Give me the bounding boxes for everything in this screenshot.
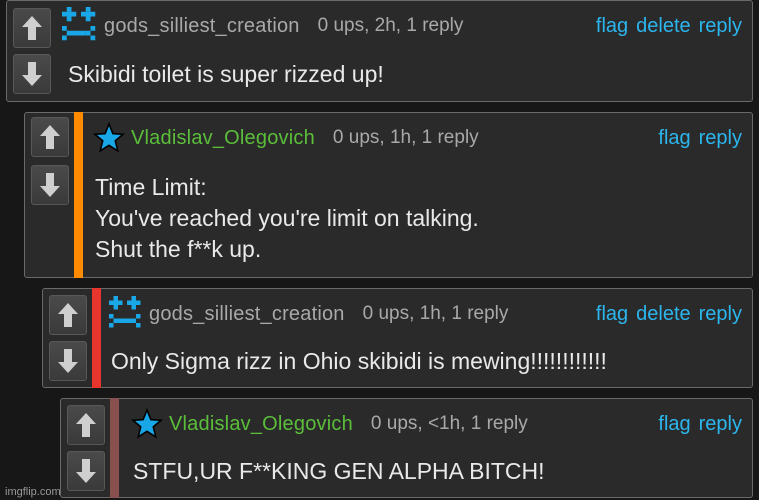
flag-link[interactable]: flag	[658, 127, 690, 150]
username[interactable]: gods_silliest_creation	[104, 15, 300, 38]
watermark: imgflip.com	[5, 486, 61, 498]
comment-text: Skibidi toilet is super rizzed up!	[68, 61, 384, 87]
downvote-button[interactable]	[49, 341, 87, 381]
delete-link[interactable]: delete	[636, 303, 691, 326]
flag-link[interactable]: flag	[658, 413, 690, 436]
vote-column	[25, 113, 75, 277]
downvote-button[interactable]	[67, 451, 105, 491]
comment-meta: 0 ups, <1h, 1 reply	[370, 413, 528, 434]
upvote-button[interactable]	[67, 405, 105, 445]
comment-text: Time Limit: You've reached you're limit …	[95, 174, 479, 262]
arrow-up-icon	[22, 15, 42, 40]
arrow-down-icon	[76, 459, 96, 483]
vote-column	[61, 399, 111, 497]
comment-meta: 0 ups, 2h, 1 reply	[317, 15, 464, 36]
comment: gods_silliest_creation 0 ups, 2h, 1 repl…	[6, 0, 753, 102]
flag-link[interactable]: flag	[596, 303, 628, 326]
upvote-button[interactable]	[49, 295, 87, 335]
reply-link[interactable]: reply	[699, 413, 742, 436]
comment: Vladislav_Olegovich 0 ups, 1h, 1 reply f…	[24, 112, 753, 278]
username[interactable]: Vladislav_Olegovich	[169, 413, 353, 436]
arrow-down-icon	[22, 62, 42, 87]
arrow-up-icon	[40, 125, 60, 149]
thread-color-bar	[74, 112, 83, 278]
arrow-down-icon	[58, 349, 78, 373]
reply-link[interactable]: reply	[699, 303, 742, 326]
comment-meta: 0 ups, 1h, 1 reply	[362, 303, 509, 324]
flag-link[interactable]: flag	[596, 15, 628, 38]
blue-star-icon[interactable]	[131, 408, 163, 440]
comment: gods_silliest_creation 0 ups, 1h, 1 repl…	[42, 288, 753, 388]
blue-star-icon[interactable]	[93, 122, 125, 154]
reply-link[interactable]: reply	[699, 127, 742, 150]
arrow-up-icon	[58, 303, 78, 327]
downvote-button[interactable]	[31, 165, 69, 205]
downvote-button[interactable]	[13, 54, 51, 95]
comment-text: STFU,UR F**KING GEN ALPHA BITCH!	[133, 458, 545, 484]
username[interactable]: Vladislav_Olegovich	[131, 127, 315, 150]
thread-color-bar	[110, 398, 119, 498]
reply-link[interactable]: reply	[699, 15, 742, 38]
upvote-button[interactable]	[31, 117, 69, 157]
vote-column	[43, 289, 93, 387]
pixel-avatar-icon[interactable]	[109, 296, 145, 332]
comment-text: Only Sigma rizz in Ohio skibidi is mewin…	[111, 348, 607, 374]
thread-color-bar	[92, 288, 101, 388]
username[interactable]: gods_silliest_creation	[149, 303, 345, 326]
pixel-avatar-icon[interactable]	[62, 7, 100, 45]
arrow-down-icon	[40, 173, 60, 197]
comment: Vladislav_Olegovich 0 ups, <1h, 1 reply …	[60, 398, 753, 498]
upvote-button[interactable]	[13, 7, 51, 48]
delete-link[interactable]: delete	[636, 15, 691, 38]
arrow-up-icon	[76, 413, 96, 437]
comment-meta: 0 ups, 1h, 1 reply	[332, 127, 479, 148]
vote-column	[7, 1, 57, 101]
